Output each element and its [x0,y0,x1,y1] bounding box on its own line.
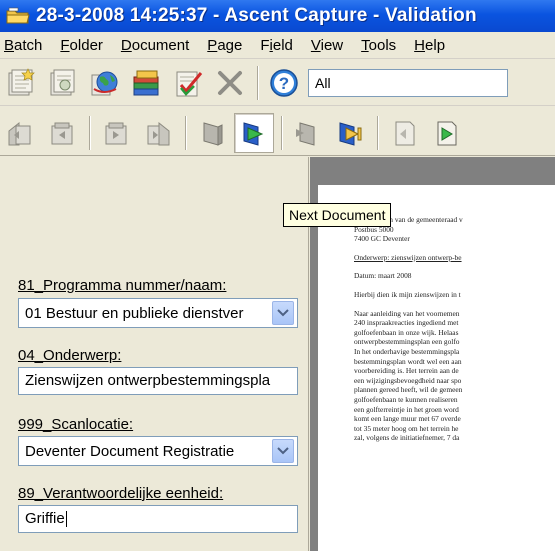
field-label-onderwerp: 04_Onderwerp: [18,347,122,364]
chevron-down-icon[interactable] [272,301,294,325]
menu-field[interactable]: Field [260,35,293,56]
document-text-line: bestemmingsplan wordt wel een aan [354,356,462,366]
field-label-programma: 81_Programma nummer/naam: [18,277,227,294]
programma-value: 01 Bestuur en publieke dienstver [25,304,244,322]
eenheid-field[interactable]: Griffie [18,505,298,533]
menu-view[interactable]: View [311,35,343,56]
open-batch-icon[interactable] [42,63,82,103]
menu-folder[interactable]: Folder [60,35,103,56]
next-page-icon[interactable] [426,113,466,153]
document-text-line: plannen gereed heeft, wil de gemeen [354,385,463,395]
toolbar-separator [89,115,91,150]
menu-batch[interactable]: Batch [4,35,42,56]
menu-bar: Batch Folder Document Page Field View Tools Hel… [0,32,555,59]
scanlocatie-value: Deventer Document Registratie [25,442,235,460]
field-label-scanlocatie: 999_Scanlocatie: [18,416,134,433]
menu-document[interactable]: Document [121,35,189,56]
new-batch-icon[interactable] [0,63,40,103]
document-text-line: tot 35 meter hoog om het terrein he [354,423,459,433]
next-document-icon[interactable] [234,112,274,153]
document-page-image: Aan de leden van de gemeenteraad v Postbu… [318,185,555,551]
batch-list-icon[interactable] [126,63,166,103]
app-icon [6,7,30,25]
first-document-icon[interactable] [288,113,328,153]
tooltip: Next Document [283,203,392,227]
filter-dropdown[interactable]: All [308,68,508,97]
document-text-line: Onderwerp: zienswijzen ontwerp-be [354,252,462,262]
document-text-line: Naar aanleiding van het voornemen [354,308,460,318]
window-title: 28-3-2008 14:25:37 - Ascent Capture - Va… [36,5,477,26]
chevron-down-icon[interactable] [272,439,294,463]
svg-text:?: ? [279,74,289,93]
next-folder-icon[interactable] [96,113,136,153]
field-label-eenheid: 89_Verantwoordelijke eenheid: [18,485,224,502]
onderwerp-field[interactable]: Zienswijzen ontwerpbestemmingspla [18,367,298,395]
programma-combo[interactable]: 01 Bestuur en publieke dienstver [18,298,298,328]
scanlocatie-combo[interactable]: Deventer Document Registratie [18,436,298,466]
help-icon[interactable]: ? [264,63,304,103]
toolbar-separator [377,115,379,150]
eenheid-value: Griffie [25,510,65,527]
last-folder-icon[interactable] [138,113,178,153]
last-document-icon[interactable] [330,113,370,153]
title-bar[interactable]: 28-3-2008 14:25:37 - Ascent Capture - Va… [0,0,555,32]
document-text-line: Datum: maart 2008 [354,271,412,281]
first-folder-icon[interactable] [0,113,40,153]
document-text-line: komt een lange muur met 67 overde [354,414,461,424]
main-toolbar: ? All [0,60,555,106]
index-fields-panel: 81_Programma nummer/naam: 01 Bestuur en … [0,157,309,551]
previous-folder-icon[interactable] [42,113,82,153]
document-text-line: 7400 GC Deventer [354,234,410,244]
globe-icon[interactable] [84,63,124,103]
menu-tools[interactable]: Tools [361,35,396,56]
document-text-line: voorbereiding is. Het terrein aan de [354,366,459,376]
delete-x-icon[interactable] [210,63,250,103]
menu-help[interactable]: Help [414,35,445,56]
document-text-line: een wijzigingsbevoegdheid naar spo [354,375,462,385]
document-text-line: golfoefenbaan te kunnen realiseren [354,394,458,404]
validate-checkmark-icon[interactable] [168,63,208,103]
app-window: 28-3-2008 14:25:37 - Ascent Capture - Va… [0,0,555,551]
document-text-line: golfoefenbaan in onze wijk. Helaas [354,327,459,337]
document-text-line: een golfterreintje in het groen word [354,404,459,414]
navigation-toolbar [0,110,555,156]
document-text-line: In het onderhavige bestemmingspla [354,346,460,356]
document-text-line: zal, volgens de initiatiefnemer, 7 da [354,433,460,443]
menu-page[interactable]: Page [207,35,242,56]
document-text-line: Hierbij dien ik mijn zienswijzen in t [354,289,461,299]
document-text-line: ontwerpbestemmingsplan een golfo [354,337,460,347]
toolbar-separator [185,115,187,150]
toolbar-separator [281,115,283,150]
previous-document-icon[interactable] [192,113,232,153]
document-text-line: 240 inspraakreacties ingediend met [354,318,459,328]
previous-page-icon[interactable] [384,113,424,153]
text-cursor [65,511,67,528]
toolbar-separator [257,65,259,100]
